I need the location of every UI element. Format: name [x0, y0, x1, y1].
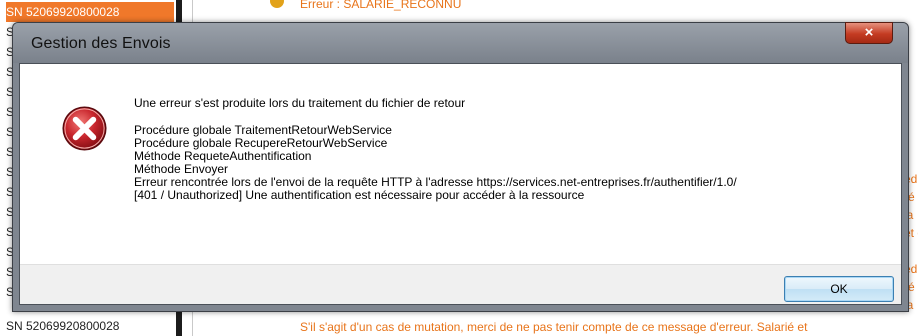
- dialog-content: Une erreur s'est produite lors du traite…: [20, 64, 901, 264]
- list-item[interactable]: SN 52069920800028: [6, 2, 174, 22]
- error-icon: [62, 106, 107, 151]
- warning-dot-icon: [270, 0, 284, 8]
- message-header: Une erreur s'est produite lors du traite…: [134, 96, 466, 110]
- dialog-title: Gestion des Envois: [31, 35, 171, 52]
- close-button[interactable]: ×: [845, 22, 893, 44]
- ok-button[interactable]: OK: [784, 276, 894, 302]
- error-dialog: Gestion des Envois × Une erreur s'est pr…: [12, 22, 909, 312]
- message-line: Méthode RequeteAuthentification: [134, 149, 312, 163]
- message-line: [401 / Unauthorized] Une authentificatio…: [134, 188, 585, 202]
- bottom-warning-message: S'il s'agit d'un cas de mutation, merci …: [300, 320, 808, 334]
- dialog-titlebar[interactable]: Gestion des Envois: [13, 23, 908, 63]
- dialog-footer: OK: [20, 264, 901, 304]
- close-icon: ×: [864, 24, 874, 41]
- list-item[interactable]: SN 52069920800028: [6, 316, 174, 336]
- dialog-client-area: Une erreur s'est produite lors du traite…: [19, 63, 902, 305]
- error-message: Une erreur s'est produite lors du traite…: [134, 97, 894, 202]
- top-error-text: Erreur : SALARIE_RECONNU: [300, 0, 462, 11]
